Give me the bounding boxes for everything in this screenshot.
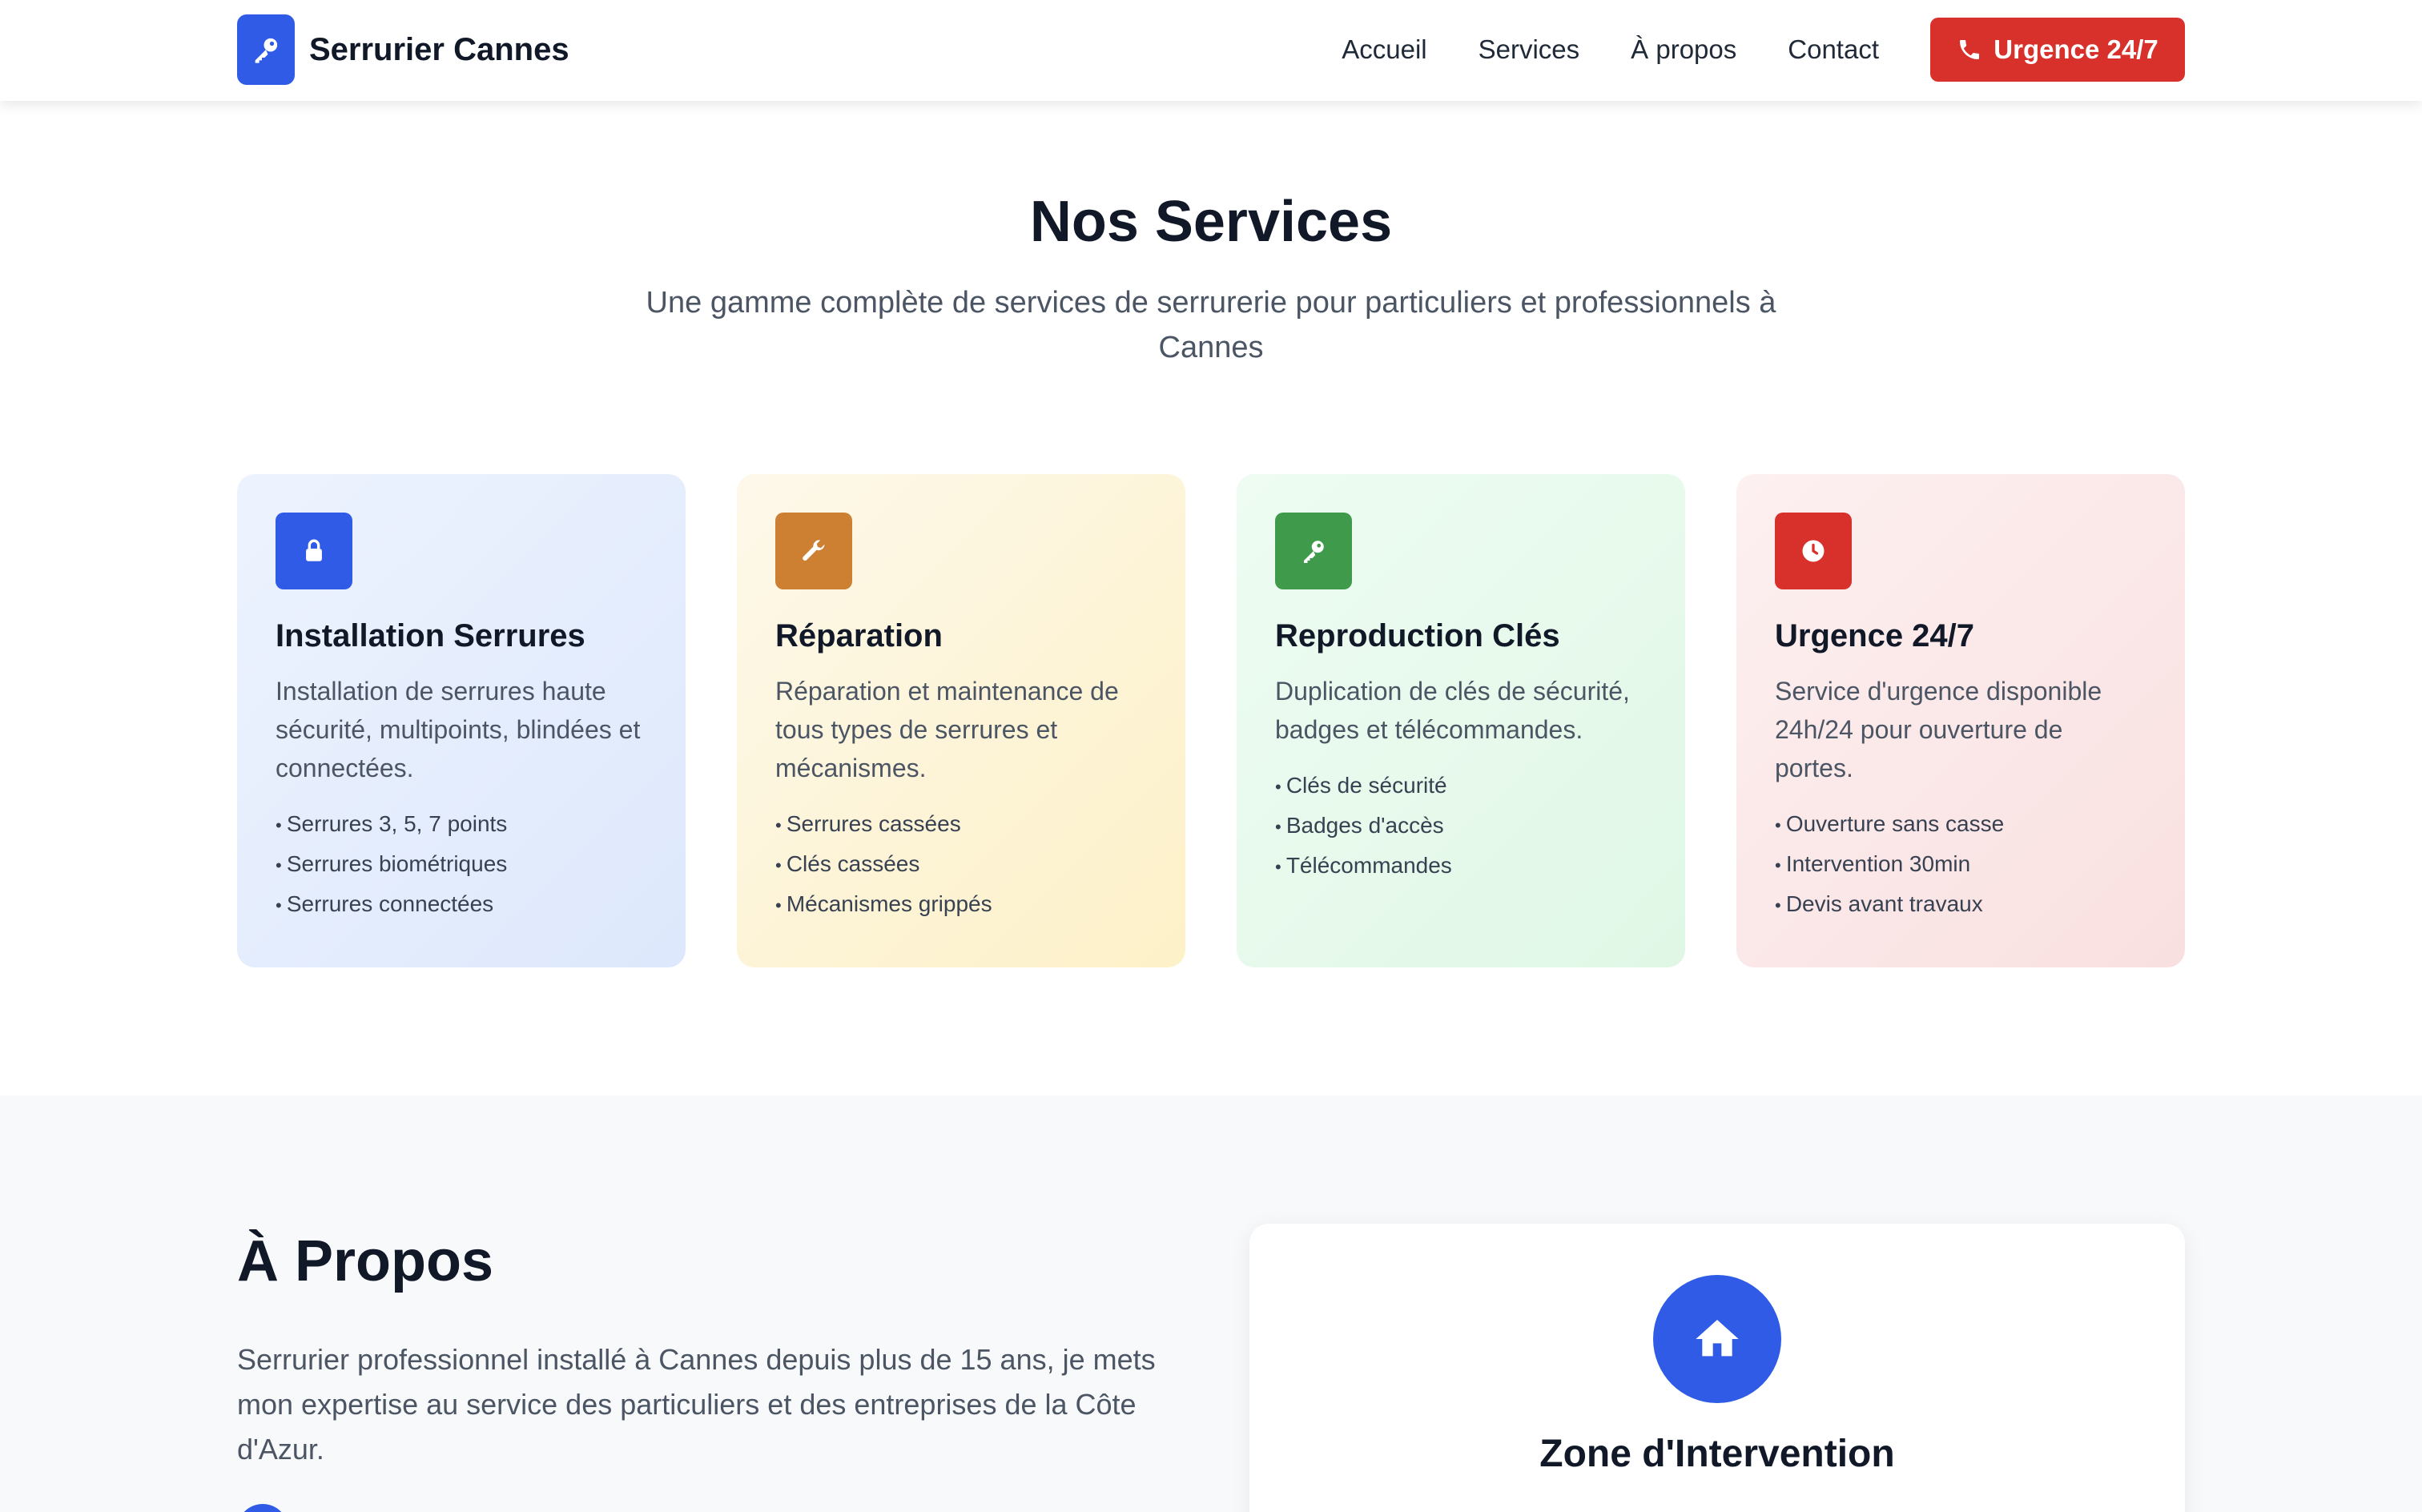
lock-icon (276, 513, 352, 589)
service-card-reparation[interactable]: Réparation Réparation et maintenance de … (737, 474, 1185, 967)
clock-icon (1775, 513, 1852, 589)
wrench-icon (775, 513, 852, 589)
urgence-button-label: Urgence 24/7 (1994, 34, 2158, 64)
services-subtitle: Une gamme complète de services de serrur… (646, 286, 1776, 364)
nav-link-a-propos[interactable]: À propos (1631, 34, 1736, 65)
brand-name: Serrurier Cannes (309, 31, 569, 67)
card-description: Réparation et maintenance de tous types … (775, 677, 1119, 782)
brand-logo[interactable]: Serrurier Cannes (237, 14, 569, 85)
service-card-urgence[interactable]: Urgence 24/7 Service d'urgence disponibl… (1736, 474, 2185, 967)
card-title: Réparation (775, 618, 943, 653)
list-item: Ouverture sans casse (1775, 805, 2146, 845)
key-icon (237, 14, 295, 85)
list-item: Serrures cassées (775, 805, 1147, 845)
service-card-reproduction[interactable]: Reproduction Clés Duplication de clés de… (1237, 474, 1685, 967)
list-item: Serrures biométriques (276, 845, 647, 885)
nav-link-accueil[interactable]: Accueil (1342, 34, 1426, 65)
list-item: Serrures connectées (276, 885, 647, 925)
list-item: Serrures 3, 5, 7 points (276, 805, 647, 845)
card-feature-list: Clés de sécurité Badges d'accès Télécomm… (1275, 766, 1647, 887)
list-item: Badges d'accès (1275, 806, 1647, 846)
list-item: Mécanismes grippés (775, 885, 1147, 925)
phone-icon (1960, 40, 1980, 59)
services-title: Nos Services (1029, 190, 1393, 254)
list-item: Intervention 30min (1775, 845, 2146, 885)
home-icon (1653, 1275, 1781, 1403)
about-text: Serrurier professionnel installé à Canne… (237, 1343, 1156, 1466)
card-title: Urgence 24/7 (1775, 618, 1975, 653)
card-description: Duplication de clés de sécurité, badges … (1275, 677, 1630, 744)
service-card-installation[interactable]: Installation Serrures Installation de se… (237, 474, 686, 967)
list-item: Clés cassées (775, 845, 1147, 885)
site-header: Serrurier Cannes Accueil Services À prop… (0, 0, 2422, 101)
card-description: Installation de serrures haute sécurité,… (276, 677, 641, 782)
card-feature-list: Serrures 3, 5, 7 points Serrures biométr… (276, 805, 647, 925)
zone-intervention-card: Zone d'Intervention (1249, 1224, 2185, 1512)
zone-title: Zone d'Intervention (1539, 1433, 1895, 1475)
main-nav: Accueil Services À propos Contact Urgenc… (1342, 18, 2185, 82)
nav-link-contact[interactable]: Contact (1788, 34, 1879, 65)
card-feature-list: Serrures cassées Clés cassées Mécanismes… (775, 805, 1147, 925)
urgence-button[interactable]: Urgence 24/7 (1930, 18, 2185, 82)
list-item: Clés de sécurité (1275, 766, 1647, 806)
list-item: Devis avant travaux (1775, 885, 2146, 925)
key-icon (1275, 513, 1352, 589)
card-feature-list: Ouverture sans casse Intervention 30min … (1775, 805, 2146, 925)
about-title: À Propos (237, 1229, 494, 1293)
list-item: Télécommandes (1275, 846, 1647, 887)
nav-link-services[interactable]: Services (1479, 34, 1580, 65)
card-title: Installation Serrures (276, 618, 585, 653)
card-description: Service d'urgence disponible 24h/24 pour… (1775, 677, 2102, 782)
card-title: Reproduction Clés (1275, 618, 1560, 653)
